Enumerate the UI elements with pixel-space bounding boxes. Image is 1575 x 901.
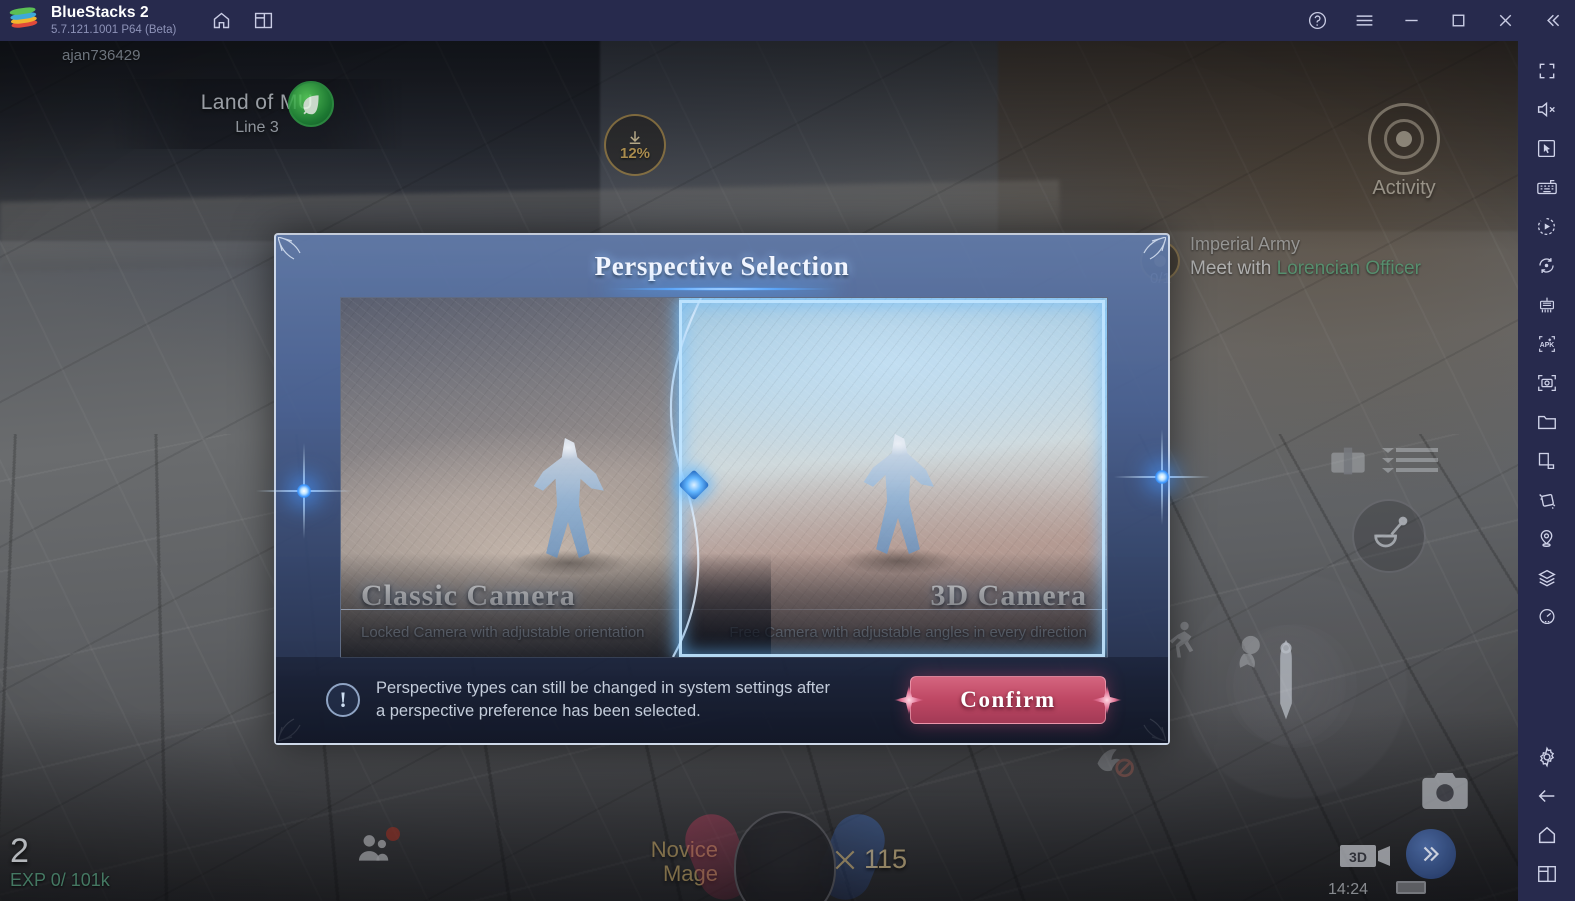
quest-title: Imperial Army bbox=[1190, 234, 1301, 254]
close-icon[interactable] bbox=[1488, 4, 1522, 38]
svg-text:APK: APK bbox=[1539, 342, 1554, 349]
pip-icon[interactable] bbox=[1527, 441, 1567, 480]
hud-collapse-button[interactable] bbox=[1406, 829, 1456, 879]
potion-button[interactable] bbox=[1352, 499, 1426, 573]
media-folder-icon[interactable] bbox=[1527, 402, 1567, 441]
mute-icon[interactable] bbox=[1527, 90, 1567, 129]
quest-tracker[interactable]: Imperial Army Meet with Lorencian Office… bbox=[1140, 234, 1470, 287]
bluestacks-sidebar: APK bbox=[1518, 41, 1575, 901]
bluestacks-window: BlueStacks 2 5.7.121.1001 P64 (Beta) aja… bbox=[0, 0, 1575, 901]
bag-icon[interactable] bbox=[1326, 441, 1370, 481]
app-name: BlueStacks 2 bbox=[51, 4, 149, 22]
app-title-block: BlueStacks 2 5.7.121.1001 P64 (Beta) bbox=[51, 4, 177, 36]
recent-apps-icon[interactable] bbox=[1527, 854, 1567, 893]
rotate-icon[interactable] bbox=[1527, 246, 1567, 285]
dialog-notice-line-1: Perspective types can still be changed i… bbox=[376, 678, 830, 697]
back-arrow-icon[interactable] bbox=[1527, 776, 1567, 815]
download-percent: 12% bbox=[619, 144, 651, 162]
multi-instance-sync-icon[interactable] bbox=[1527, 285, 1567, 324]
activity-ring-icon bbox=[1368, 103, 1440, 175]
home-icon[interactable] bbox=[204, 4, 238, 38]
info-exclamation-icon: ! bbox=[326, 683, 360, 717]
keyboard-icon[interactable] bbox=[1527, 168, 1567, 207]
maximize-icon[interactable] bbox=[1441, 4, 1475, 38]
performance-icon[interactable] bbox=[1527, 597, 1567, 636]
dialog-notice-line-2: a perspective preference has been select… bbox=[376, 702, 701, 720]
collapse-sidebar-icon[interactable] bbox=[1535, 4, 1569, 38]
pet-icon[interactable] bbox=[1228, 631, 1270, 673]
leaf-badge-icon[interactable] bbox=[288, 81, 334, 127]
quest-objective-target: Lorencian Officer bbox=[1276, 258, 1421, 279]
app-version: 5.7.121.1001 P64 (Beta) bbox=[51, 23, 177, 36]
game-viewport[interactable]: ajan736429 Land of MU Line 3 12% Activit… bbox=[0, 41, 1518, 901]
3d-label: 3D bbox=[1349, 849, 1367, 865]
location-icon[interactable] bbox=[1527, 519, 1567, 558]
help-icon[interactable] bbox=[1300, 4, 1334, 38]
minimize-icon[interactable] bbox=[1394, 4, 1428, 38]
3d-caption-bar bbox=[679, 553, 1107, 657]
quest-objective-prefix: Meet with bbox=[1190, 258, 1277, 279]
keymapping-cursor-icon[interactable] bbox=[1527, 129, 1567, 168]
skill-wheel-core-icon bbox=[734, 811, 836, 901]
wings-disabled-icon[interactable] bbox=[1092, 739, 1138, 781]
shake-icon[interactable] bbox=[1527, 480, 1567, 519]
camera-icon[interactable] bbox=[1422, 773, 1468, 809]
install-apk-icon[interactable]: APK bbox=[1527, 324, 1567, 363]
skill-wheel[interactable] bbox=[677, 795, 893, 901]
perspective-selection-dialog: Perspective Selection Classic Camera Loc… bbox=[274, 233, 1170, 745]
dialog-footer: ! Perspective types can still be changed… bbox=[276, 657, 1168, 743]
friends-button[interactable] bbox=[352, 827, 404, 875]
macro-recorder-icon[interactable] bbox=[1527, 207, 1567, 246]
dialog-title-glow bbox=[607, 287, 837, 291]
dialog-title: Perspective Selection bbox=[594, 251, 850, 281]
download-progress-indicator[interactable]: 12% bbox=[604, 114, 666, 176]
title-bar-left-actions bbox=[204, 4, 280, 38]
confirm-button-wrap: Confirm bbox=[894, 676, 1122, 724]
dialog-notice-text: Perspective types can still be changed i… bbox=[376, 677, 830, 724]
friends-notification-dot bbox=[386, 827, 400, 841]
activity-button[interactable]: Activity bbox=[1352, 103, 1456, 200]
activity-label: Activity bbox=[1372, 177, 1436, 199]
title-bar: BlueStacks 2 5.7.121.1001 P64 (Beta) bbox=[0, 0, 1575, 41]
3d-camera-toggle-icon[interactable]: 3D bbox=[1340, 839, 1392, 873]
multi-instance-icon[interactable] bbox=[246, 4, 280, 38]
settings-gear-icon[interactable] bbox=[1527, 737, 1567, 776]
android-home-icon[interactable] bbox=[1527, 815, 1567, 854]
screenshot-icon[interactable] bbox=[1527, 363, 1567, 402]
perspective-options: Classic Camera Locked Camera with adjust… bbox=[340, 297, 1108, 658]
bluestacks-logo-icon bbox=[9, 5, 38, 35]
fullscreen-icon[interactable] bbox=[1527, 51, 1567, 90]
menu-icon[interactable] bbox=[1347, 4, 1381, 38]
menu-list-icon[interactable] bbox=[1382, 445, 1438, 477]
title-bar-window-actions bbox=[1300, 4, 1569, 38]
option-3d-camera[interactable]: 3D Camera Free Camera with adjustable an… bbox=[679, 298, 1107, 657]
confirm-button[interactable]: Confirm bbox=[910, 676, 1106, 724]
quest-objective: Meet with Lorencian Officer bbox=[1190, 258, 1470, 280]
layers-icon[interactable] bbox=[1527, 558, 1567, 597]
